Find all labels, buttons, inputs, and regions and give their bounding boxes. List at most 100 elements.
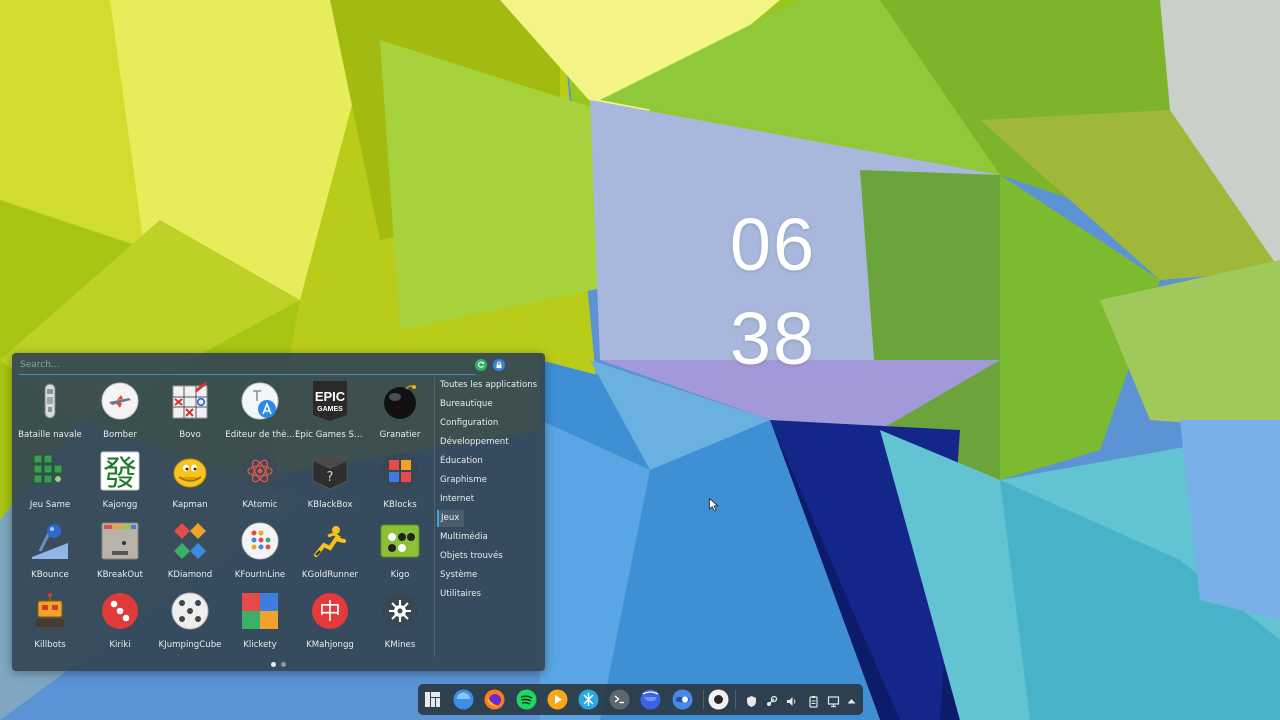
app-kbreakout[interactable]: KBreakOut xyxy=(85,515,155,585)
volume-icon[interactable] xyxy=(785,693,798,706)
application-launcher: Bataille navale Bomber Bovo Éditeur de thè.… xyxy=(12,353,545,671)
media-player-icon[interactable] xyxy=(547,689,568,710)
app-label: KBlocks xyxy=(383,500,417,510)
epic-logo-text-2: GAMES xyxy=(317,406,343,413)
epic-games-icon: EPIC GAMES xyxy=(310,381,350,421)
category-bureautique[interactable]: Bureautique xyxy=(437,396,493,413)
app-label: Granatier xyxy=(379,430,421,440)
app-jeu-same[interactable]: Jeu Same xyxy=(15,445,85,515)
app-label: KBounce xyxy=(31,570,69,580)
app-label: Bovo xyxy=(179,430,201,440)
app-label: Epic Games St... xyxy=(295,430,365,440)
desktop-clock: 06 38 xyxy=(700,198,846,386)
expand-arrow-icon[interactable] xyxy=(845,693,858,706)
app-label: Kigo xyxy=(390,570,410,580)
shield-icon[interactable] xyxy=(745,693,758,707)
file-manager-icon[interactable] xyxy=(453,689,474,710)
clipboard-icon[interactable] xyxy=(807,693,820,708)
category-internet[interactable]: Internet xyxy=(437,491,474,508)
app-label: KBreakOut xyxy=(97,570,143,580)
category-objets-trouves[interactable]: Objets trouvés xyxy=(437,548,503,565)
app-kblackbox[interactable]: ? KBlackBox xyxy=(295,445,365,515)
category-utilitaires[interactable]: Utilitaires xyxy=(437,586,481,603)
app-granatier[interactable]: Granatier xyxy=(365,375,435,445)
robot-icon xyxy=(30,591,70,631)
breakout-icon xyxy=(100,521,140,561)
app-label: KFourInLine xyxy=(234,570,286,580)
tic-tac-toe-icon xyxy=(170,381,210,421)
display-icon[interactable] xyxy=(827,693,840,708)
epic-logo-text-1: EPIC xyxy=(315,389,346,404)
spotify-icon[interactable] xyxy=(516,689,537,710)
page-dot-2[interactable] xyxy=(281,662,286,667)
search-input[interactable] xyxy=(18,357,462,373)
app-kiriki[interactable]: Kiriki xyxy=(85,585,155,655)
firefox-icon[interactable] xyxy=(484,689,505,710)
plane-icon xyxy=(100,381,140,421)
app-label: Kiriki xyxy=(109,640,131,650)
app-killbots[interactable]: Killbots xyxy=(15,585,85,655)
klickety-icon xyxy=(240,591,280,631)
app-bomber[interactable]: Bomber xyxy=(85,375,155,445)
app-kajongg[interactable]: 發 Kajongg xyxy=(85,445,155,515)
app-label: Kapman xyxy=(172,500,208,510)
app-kapman[interactable]: Kapman xyxy=(155,445,225,515)
steam-icon[interactable] xyxy=(765,693,778,706)
app-kfourinline[interactable]: KFourInLine xyxy=(225,515,295,585)
mahjongg-glyph: 中 xyxy=(319,600,341,625)
category-graphisme[interactable]: Graphisme xyxy=(437,472,487,489)
app-bataille-navale[interactable]: Bataille navale xyxy=(15,375,85,445)
app-epic-games-st[interactable]: EPIC GAMES Epic Games St... xyxy=(295,375,365,445)
atom-icon xyxy=(240,451,280,491)
app-klickety[interactable]: Klickety xyxy=(225,585,295,655)
app-bovo[interactable]: Bovo xyxy=(155,375,225,445)
refresh-icon[interactable] xyxy=(475,359,487,371)
app-label: KGoldRunner xyxy=(301,570,359,580)
taskbar-separator xyxy=(703,690,704,709)
app-kmines[interactable]: KMines xyxy=(365,585,435,655)
app-label: Klickety xyxy=(243,640,277,650)
goldrunner-icon xyxy=(310,521,350,561)
network-app-icon[interactable] xyxy=(578,689,599,710)
app-kmahjongg[interactable]: 中 KMahjongg xyxy=(295,585,365,655)
manjaro-menu-icon[interactable] xyxy=(422,689,443,710)
app-katomic[interactable]: KAtomic xyxy=(225,445,295,515)
bounce-icon xyxy=(30,521,70,561)
app-editeur-de-the[interactable]: Éditeur de thè... xyxy=(225,375,295,445)
kapman-icon xyxy=(170,451,210,491)
category-toutes-les-applications[interactable]: Toutes les applications xyxy=(437,377,537,394)
toggle-app-icon[interactable] xyxy=(672,689,693,710)
lock-icon[interactable] xyxy=(493,359,505,371)
app-label: KMines xyxy=(384,640,416,650)
app-kblocks[interactable]: KBlocks xyxy=(365,445,435,515)
app-kbounce[interactable]: KBounce xyxy=(15,515,85,585)
category-multimedia[interactable]: Multimédia xyxy=(437,529,488,546)
taskbar-separator xyxy=(735,690,736,709)
kajongg-glyph: 發 xyxy=(103,454,137,491)
app-kgoldrunner[interactable]: KGoldRunner xyxy=(295,515,365,585)
active-window-icon[interactable] xyxy=(708,689,729,710)
category-configuration[interactable]: Configuration xyxy=(437,415,498,432)
app-label: KAtomic xyxy=(242,500,278,510)
page-dot-1[interactable] xyxy=(271,662,276,667)
app-kdiamond[interactable]: KDiamond xyxy=(155,515,225,585)
bomb-icon xyxy=(380,381,420,421)
app-label: Killbots xyxy=(34,640,66,650)
category-jeux[interactable]: Jeux xyxy=(437,510,465,527)
mine-icon xyxy=(380,591,420,631)
app-kigo[interactable]: Kigo xyxy=(365,515,435,585)
app-label: Éditeur de thè... xyxy=(225,430,295,440)
category-systeme[interactable]: Système xyxy=(437,567,477,584)
clock-minutes: 38 xyxy=(729,297,817,380)
category-education[interactable]: Éducation xyxy=(437,453,483,470)
jumping-cube-icon xyxy=(170,591,210,631)
blue-app-icon[interactable] xyxy=(640,689,661,710)
category-developpement[interactable]: Développement xyxy=(437,434,509,451)
terminal-icon[interactable] xyxy=(609,689,630,710)
dice-icon xyxy=(100,591,140,631)
mouse-cursor-icon xyxy=(709,498,719,512)
svg-text:?: ? xyxy=(327,470,334,485)
app-label: Jeu Same xyxy=(29,500,71,510)
app-label: Bataille navale xyxy=(18,430,82,440)
app-kjumpingcube[interactable]: KJumpingCube xyxy=(155,585,225,655)
